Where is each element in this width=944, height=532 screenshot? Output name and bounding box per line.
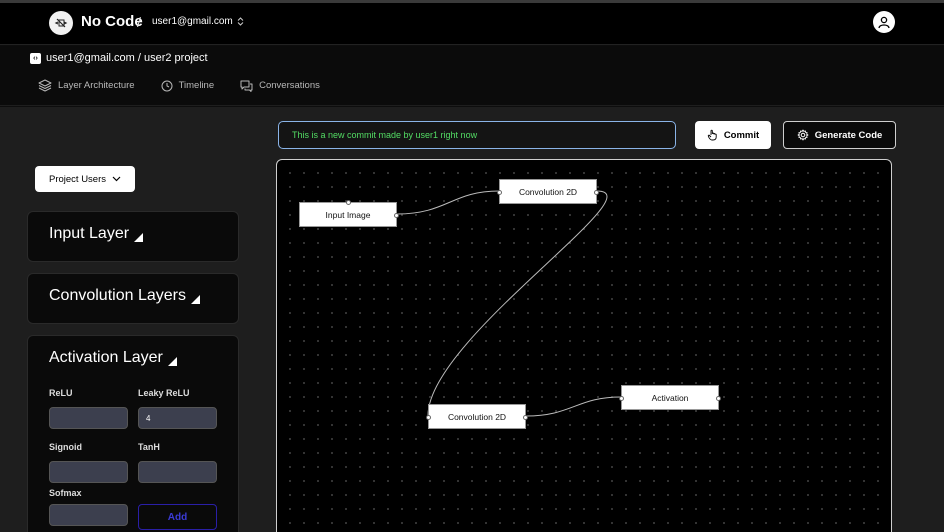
- clock-icon: [161, 80, 173, 91]
- project-path: user1@gmail.com / user2 project: [46, 52, 208, 64]
- account-switcher[interactable]: user1@gmail.com: [152, 16, 244, 27]
- commit-label: Commit: [723, 129, 760, 141]
- edge-conv1-to-conv2[interactable]: [427, 190, 608, 417]
- user-avatar-icon[interactable]: [873, 11, 895, 33]
- collapse-triangle-icon: [190, 294, 200, 304]
- activation-layer-panel: Activation Layer ReLU Leaky ReLU Signoid…: [27, 335, 239, 532]
- panel-header[interactable]: Input Layer: [49, 225, 144, 243]
- commit-button[interactable]: Commit: [695, 121, 771, 149]
- convolution-layers-panel[interactable]: Convolution Layers: [27, 273, 239, 324]
- panel-title: Input Layer: [49, 225, 130, 242]
- gear-icon: [797, 129, 809, 141]
- node-activation[interactable]: Activation: [619, 385, 721, 410]
- flow-canvas[interactable]: Input Image Convolution 2D Convolution 2…: [276, 159, 892, 532]
- node-handle-top[interactable]: [346, 200, 351, 205]
- sigmoid-label: Signoid: [49, 442, 82, 452]
- node-convolution-2d-1[interactable]: Convolution 2D: [497, 179, 599, 204]
- node-convolution-2d-2[interactable]: Convolution 2D: [426, 404, 528, 429]
- tab-label: Layer Architecture: [58, 80, 135, 91]
- panel-header[interactable]: Convolution Layers: [49, 287, 200, 305]
- collapse-triangle-icon: [134, 232, 144, 242]
- project-users-label: Project Users: [48, 173, 106, 185]
- tanh-label: TanH: [138, 442, 160, 452]
- hand-pointer-icon: [707, 129, 717, 141]
- top-navbar: No Code / user1@gmail.com: [0, 3, 944, 45]
- panel-title: Convolution Layers: [49, 287, 186, 304]
- project-breadcrumb: ‹› user1@gmail.com / user2 project: [30, 52, 208, 64]
- brand-name: No Code: [81, 13, 143, 30]
- node-handle-left[interactable]: [497, 190, 502, 195]
- workspace: Commit Generate Code Project Users Input…: [0, 107, 944, 532]
- collapse-triangle-icon: [167, 356, 177, 366]
- node-handle-right[interactable]: [716, 396, 721, 401]
- leaky-relu-label: Leaky ReLU: [138, 388, 190, 398]
- project-header: ‹› user1@gmail.com / user2 project Layer…: [0, 46, 944, 106]
- add-activation-button[interactable]: Add: [138, 504, 217, 530]
- chat-icon: [240, 80, 253, 92]
- node-label: Convolution 2D: [518, 186, 578, 197]
- code-bracket-icon: ‹›: [30, 52, 41, 64]
- edge-input-to-conv1[interactable]: [396, 190, 500, 215]
- tab-label: Timeline: [178, 80, 215, 91]
- account-email: user1@gmail.com: [152, 16, 233, 27]
- node-handle-right[interactable]: [594, 190, 599, 195]
- project-users-dropdown[interactable]: Project Users: [35, 166, 135, 192]
- input-layer-panel[interactable]: Input Layer: [27, 211, 239, 262]
- node-handle-right[interactable]: [523, 415, 528, 420]
- sigmoid-input[interactable]: [49, 461, 128, 483]
- chevron-down-icon: [112, 176, 121, 182]
- generate-code-label: Generate Code: [814, 129, 883, 141]
- leaky-relu-input[interactable]: [138, 407, 217, 429]
- breadcrumb-separator: /: [137, 14, 141, 30]
- edge-conv2-to-activation[interactable]: [525, 396, 622, 417]
- relu-label: ReLU: [49, 388, 73, 398]
- panel-header[interactable]: Activation Layer: [49, 349, 177, 367]
- chevron-updown-icon: [237, 17, 244, 26]
- tab-timeline[interactable]: Timeline: [161, 79, 215, 92]
- node-handle-right[interactable]: [394, 213, 399, 218]
- commit-message-input[interactable]: [278, 121, 676, 149]
- generate-code-button[interactable]: Generate Code: [783, 121, 896, 149]
- relu-input[interactable]: [49, 407, 128, 429]
- node-label: Activation: [651, 392, 689, 403]
- tab-label: Conversations: [259, 80, 320, 91]
- softmax-label: Sofmax: [49, 488, 82, 498]
- node-handle-left[interactable]: [426, 415, 431, 420]
- node-label: Convolution 2D: [447, 411, 507, 422]
- node-input-image[interactable]: Input Image: [299, 200, 399, 227]
- node-handle-left[interactable]: [619, 396, 624, 401]
- node-label: Input Image: [325, 209, 371, 220]
- no-code-logo-icon[interactable]: [49, 11, 73, 35]
- tab-conversations[interactable]: Conversations: [240, 79, 320, 92]
- project-tabs: Layer Architecture Timeline Conversation…: [38, 79, 320, 92]
- softmax-input[interactable]: [49, 504, 128, 526]
- layers-icon: [38, 79, 52, 92]
- tanh-input[interactable]: [138, 461, 217, 483]
- panel-title: Activation Layer: [49, 349, 163, 366]
- tab-layer-architecture[interactable]: Layer Architecture: [38, 79, 135, 92]
